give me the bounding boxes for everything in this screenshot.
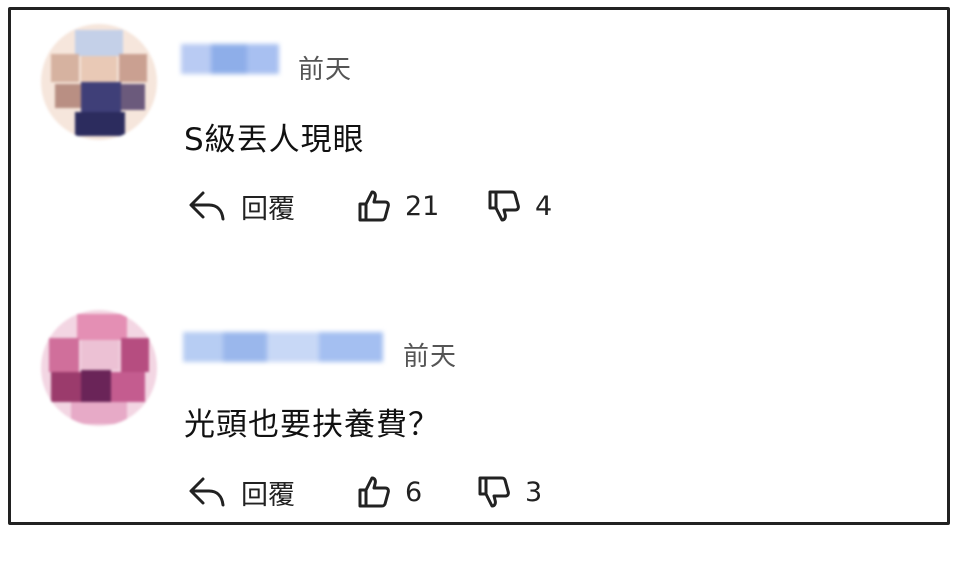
comment-item: 前天 光頭也要扶養費？ 回覆 6 3 [11,302,947,562]
dislike-count: 3 [525,476,543,508]
comment-text: S級丟人現眼 [184,122,365,158]
reply-button[interactable]: 回覆 [187,186,295,226]
like-button[interactable]: 6 [357,472,422,512]
reply-arrow-icon [187,475,227,509]
thumbs-up-icon [357,189,391,223]
comment-text: 光頭也要扶養費？ [184,407,440,443]
comment-item: 前天 S級丟人現眼 回覆 21 4 [11,16,947,276]
comment-actions: 回覆 21 4 [187,186,587,226]
reply-label: 回覆 [241,193,295,225]
avatar[interactable] [41,310,157,426]
like-count: 6 [405,476,423,508]
like-count: 21 [405,190,440,222]
thumbs-down-icon [487,189,521,223]
thumbs-down-icon [477,475,511,509]
comments-panel: 前天 S級丟人現眼 回覆 21 4 前天 光頭也要扶養費？ 回覆 6 3 [8,7,950,525]
dislike-count: 4 [535,190,553,222]
comment-time: 前天 [298,55,353,85]
dislike-button[interactable]: 4 [487,186,552,226]
username-blurred[interactable] [183,332,383,362]
reply-label: 回覆 [241,479,295,511]
like-button[interactable]: 21 [357,186,439,226]
dislike-button[interactable]: 3 [477,472,542,512]
reply-arrow-icon [187,189,227,223]
comment-actions: 回覆 6 3 [187,472,587,512]
avatar[interactable] [41,24,157,140]
username-blurred[interactable] [181,44,279,74]
reply-button[interactable]: 回覆 [187,472,295,512]
comment-time: 前天 [403,342,458,372]
thumbs-up-icon [357,475,391,509]
